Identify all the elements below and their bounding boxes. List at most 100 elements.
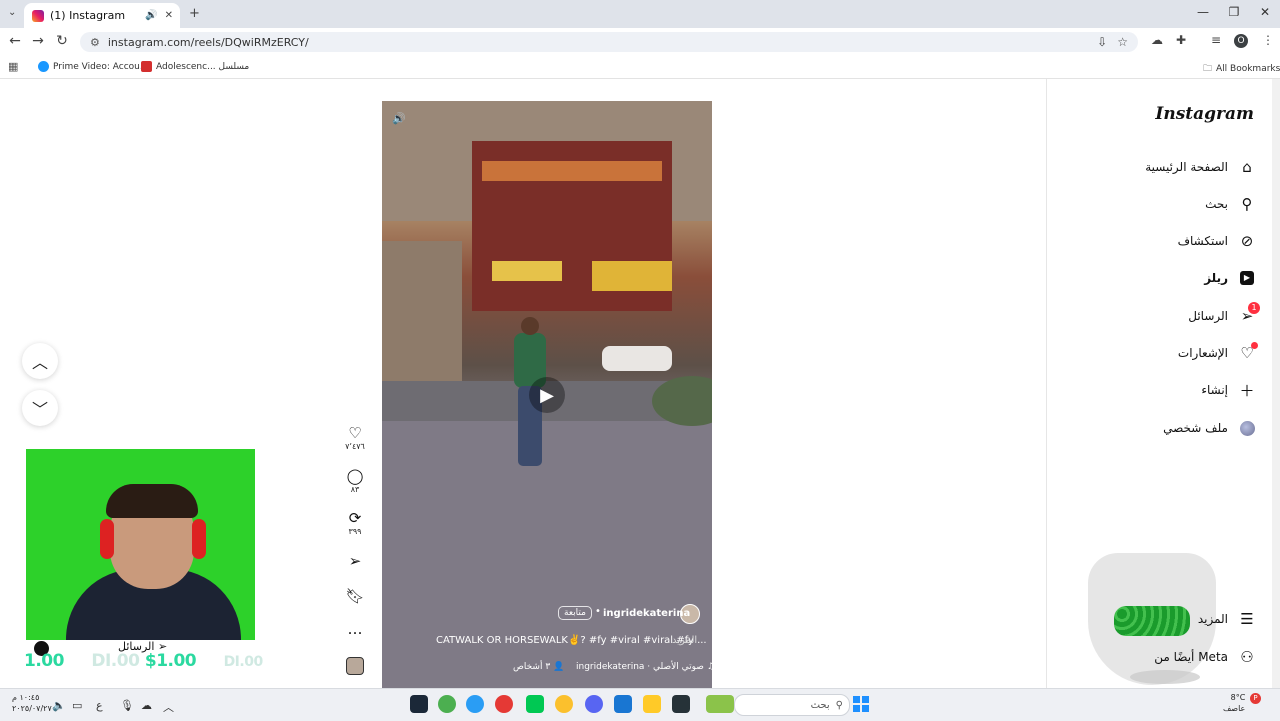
more-options-action[interactable]: …: [340, 620, 370, 638]
comment-action[interactable]: ◯ ٨٣: [340, 467, 370, 494]
site-info-icon[interactable]: ⚙: [90, 36, 100, 49]
nav-explore[interactable]: استكشاف ⊘: [1060, 229, 1256, 253]
address-bar[interactable]: ⚙ instagram.com/reels/DQwiRMzERCY/ ⇩ ☆: [80, 32, 1138, 52]
forward-icon[interactable]: →: [29, 33, 47, 49]
clock-time: ١٠:٤٥ م: [12, 693, 40, 702]
cloud-icon[interactable]: ☁: [1151, 33, 1163, 47]
close-tab-icon[interactable]: ✕: [165, 10, 173, 21]
heart-icon: ♡: [348, 424, 362, 442]
steam-taskbar-icon[interactable]: [410, 695, 428, 713]
restore-button[interactable]: ❐: [1219, 5, 1249, 19]
nav-search[interactable]: بحث ⚲: [1060, 192, 1256, 216]
like-action[interactable]: ♡ ٧٬٤٧٦: [340, 424, 370, 451]
close-window-button[interactable]: ✕: [1250, 5, 1280, 19]
share-action[interactable]: ➢: [340, 552, 370, 570]
nav-label: أيضًا من Meta: [1154, 650, 1228, 664]
tab-search-icon[interactable]: ⌄: [8, 7, 16, 18]
discord-taskbar-icon[interactable]: [585, 695, 603, 713]
play-icon: ▶: [540, 384, 554, 406]
nav-also-from-meta[interactable]: أيضًا من Meta ⚇: [1060, 645, 1256, 669]
profile-avatar[interactable]: O: [1234, 34, 1248, 48]
onedrive-tray-icon[interactable]: ☁: [141, 699, 152, 712]
home-icon: ⌂: [1242, 158, 1252, 176]
all-bookmarks[interactable]: 🗀 All Bookmarks: [1203, 61, 1280, 77]
start-button-icon[interactable]: [853, 696, 869, 712]
bookmark-icon: 🔖︎: [345, 587, 365, 605]
weather-temp: 8°C: [1230, 693, 1246, 702]
previous-reel-button[interactable]: ︿: [22, 343, 58, 379]
language-tray-icon[interactable]: ع: [96, 699, 103, 712]
nav-more[interactable]: المزيد ☰: [1060, 607, 1256, 631]
taskbar-search-box[interactable]: بحث ⚲: [734, 694, 850, 716]
edge-taskbar-icon[interactable]: [466, 695, 484, 713]
volume-icon[interactable]: 🔊: [392, 112, 406, 125]
weather-widget[interactable]: 8°C عاصف: [1223, 692, 1245, 714]
install-app-icon[interactable]: ⇩: [1097, 35, 1107, 49]
webcam-overlay: [26, 449, 255, 640]
notification-badge[interactable]: P: [1250, 693, 1261, 704]
app-taskbar-icon[interactable]: [526, 695, 544, 713]
file-explorer-taskbar-icon[interactable]: [643, 695, 661, 713]
nav-notifications[interactable]: الإشعارات ♡: [1060, 341, 1258, 365]
nav-profile[interactable]: ملف شخصي: [1060, 416, 1256, 440]
bookmark-adolescence[interactable]: Adolescenc... مسلسل: [141, 61, 249, 72]
nav-reels[interactable]: ريلز ▶: [1060, 266, 1256, 290]
tagged-people[interactable]: ٣ أشخاص 👤: [513, 662, 564, 672]
meta-apps-icon: ⚇: [1240, 648, 1254, 666]
extensions-icon[interactable]: ✚: [1176, 33, 1186, 47]
nav-label: المزيد: [1197, 612, 1228, 626]
next-reel-button[interactable]: ﹀: [22, 390, 58, 426]
reload-icon[interactable]: ↻: [53, 33, 71, 49]
audio-thumbnail[interactable]: [346, 657, 364, 675]
nav-home[interactable]: الصفحة الرئيسية ⌂: [1060, 155, 1256, 179]
tray-overflow-icon[interactable]: ︿: [163, 699, 174, 715]
bookmark-star-icon[interactable]: ☆: [1117, 35, 1128, 49]
caption-more-link[interactable]: المزيد: [672, 635, 697, 646]
music-note-icon: ♫: [706, 662, 715, 672]
widget-thumbnail-icon[interactable]: [706, 695, 734, 713]
chrome-taskbar-icon[interactable]: [555, 695, 573, 713]
back-icon[interactable]: ←: [6, 33, 24, 49]
clock[interactable]: ١٠:٤٥ م ٢٠٢٥/٠٧/٢٧: [12, 692, 52, 714]
taskbar: [0, 688, 1280, 721]
bookmark-prime-video[interactable]: Prime Video: Accou...: [38, 61, 148, 72]
streamer-hair: [106, 484, 198, 518]
nav-create[interactable]: إنشاء ＋: [1060, 378, 1256, 402]
page-scrollbar[interactable]: [1272, 79, 1280, 688]
instagram-logo[interactable]: Instagram: [1150, 104, 1254, 124]
audio-icon[interactable]: 🔊: [145, 10, 157, 21]
tab-instagram[interactable]: (1) Instagram 🔊 ✕: [24, 3, 180, 28]
audio-track[interactable]: ingridekaterina · صوتي الأصلي ♫: [576, 662, 715, 672]
ticker-value: DI.00: [223, 654, 264, 670]
media-controls-icon[interactable]: ≡: [1211, 33, 1221, 47]
apps-grid-icon[interactable]: ▦: [8, 60, 18, 73]
new-tab-button[interactable]: +: [189, 6, 200, 21]
author-username[interactable]: ingridekaterina: [603, 608, 690, 619]
url-text: instagram.com/reels/DQwiRMzERCY/: [107, 35, 309, 49]
terminal-taskbar-icon[interactable]: [672, 695, 690, 713]
store-taskbar-icon[interactable]: [614, 695, 632, 713]
save-action[interactable]: 🔖︎: [340, 587, 370, 605]
play-button[interactable]: ▶: [529, 377, 565, 413]
chrome-profile-taskbar-icon[interactable]: [438, 695, 456, 713]
separator-dot: •: [595, 606, 601, 617]
search-placeholder: بحث: [810, 699, 830, 711]
menu-icon[interactable]: ⋮: [1262, 33, 1274, 47]
network-tray-icon[interactable]: ▭: [72, 699, 82, 712]
chevron-down-icon: ﹀: [31, 400, 48, 419]
nav-label: ريلز: [1204, 271, 1228, 285]
minimize-button[interactable]: —: [1188, 5, 1218, 19]
nav-messages[interactable]: الرسائل ➢ 1: [1060, 302, 1260, 328]
volume-tray-icon[interactable]: 🔈: [52, 699, 66, 712]
site-icon: [141, 61, 152, 72]
chrome-alt-taskbar-icon[interactable]: [495, 695, 513, 713]
folder-icon: 🗀: [1203, 64, 1213, 74]
nav-label: إنشاء: [1201, 383, 1228, 397]
profile-avatar: [1238, 419, 1256, 437]
repost-action[interactable]: ⟳ ٣٩٩: [340, 509, 370, 536]
reel-caption: CATWALK OR HORSEWALK✌️? #fy #viral #vira…: [436, 635, 707, 646]
follow-button[interactable]: متابعة: [558, 606, 592, 620]
microphone-tray-icon[interactable]: 🎙: [120, 699, 134, 712]
nav-label: الصفحة الرئيسية: [1145, 160, 1228, 174]
notification-dot: [1251, 342, 1258, 349]
